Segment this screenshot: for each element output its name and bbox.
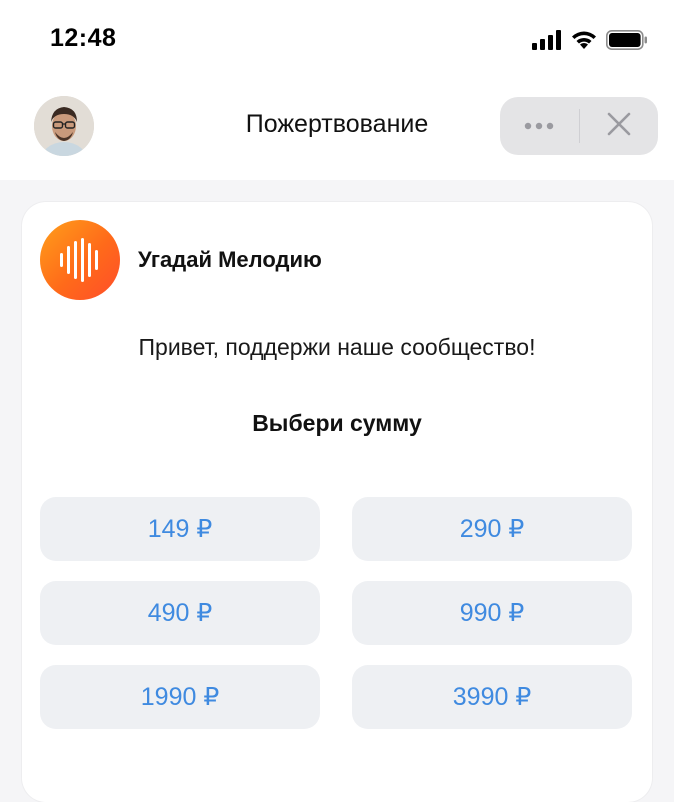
choose-amount-heading: Выбери сумму bbox=[252, 410, 422, 436]
amount-button-149[interactable]: 149 ₽ bbox=[40, 497, 320, 561]
status-bar: 12:48 bbox=[0, 0, 674, 84]
cellular-signal-icon bbox=[532, 30, 562, 55]
wifi-icon bbox=[570, 30, 598, 55]
community-name: Угадай Мелодию bbox=[138, 247, 322, 272]
nav-action-group bbox=[500, 97, 658, 155]
donation-card: Угадай Мелодию Привет, поддержи наше соо… bbox=[22, 202, 652, 802]
close-button[interactable] bbox=[580, 97, 659, 155]
more-button[interactable] bbox=[500, 97, 579, 155]
amount-button-1990[interactable]: 1990 ₽ bbox=[40, 665, 320, 729]
status-time: 12:48 bbox=[50, 24, 117, 52]
community-logo bbox=[40, 220, 120, 300]
status-icons bbox=[532, 30, 648, 55]
amount-button-3990[interactable]: 3990 ₽ bbox=[352, 665, 632, 729]
sound-wave-icon bbox=[60, 238, 98, 282]
greeting-text: Привет, поддержи наше сообщество! bbox=[138, 334, 536, 360]
battery-icon bbox=[606, 30, 648, 55]
close-icon bbox=[607, 112, 631, 141]
community-header[interactable]: Угадай Мелодию bbox=[40, 220, 322, 300]
amount-button-290[interactable]: 290 ₽ bbox=[352, 497, 632, 561]
amount-grid: 149 ₽ 290 ₽ 490 ₽ 990 ₽ 1990 ₽ 3990 ₽ bbox=[40, 497, 632, 729]
amount-button-990[interactable]: 990 ₽ bbox=[352, 581, 632, 645]
more-horizontal-icon bbox=[524, 117, 554, 135]
amount-button-490[interactable]: 490 ₽ bbox=[40, 581, 320, 645]
navigation-bar: Пожертвование bbox=[0, 84, 674, 180]
